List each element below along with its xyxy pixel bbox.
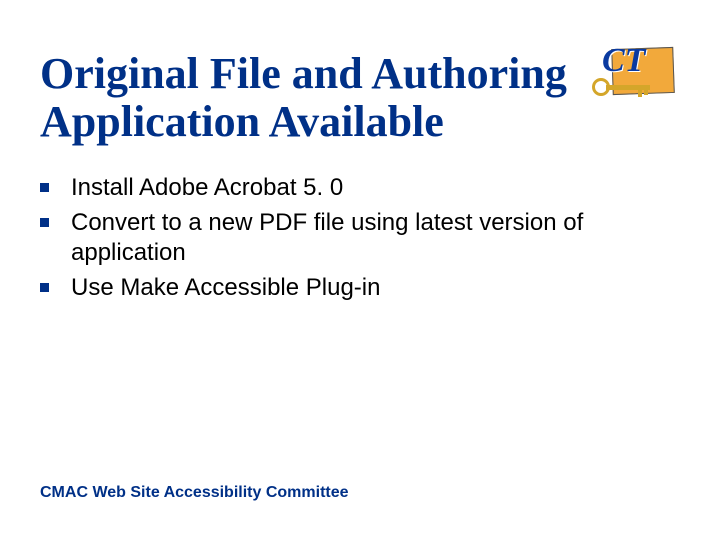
bullet-text: Install Adobe Acrobat 5. 0 bbox=[71, 173, 680, 204]
bullet-text: Convert to a new PDF file using latest v… bbox=[71, 208, 680, 269]
slide: CT Original File and Authoring Applicati… bbox=[0, 0, 720, 540]
list-item: Use Make Accessible Plug-in bbox=[40, 273, 680, 304]
bullet-icon bbox=[40, 283, 49, 292]
key-icon bbox=[592, 78, 656, 96]
bullet-icon bbox=[40, 183, 49, 192]
list-item: Convert to a new PDF file using latest v… bbox=[40, 208, 680, 269]
ct-logo: CT bbox=[596, 42, 674, 104]
list-item: Install Adobe Acrobat 5. 0 bbox=[40, 173, 680, 204]
footer-text: CMAC Web Site Accessibility Committee bbox=[40, 484, 349, 502]
slide-title: Original File and Authoring Application … bbox=[40, 50, 580, 145]
bullet-list: Install Adobe Acrobat 5. 0 Convert to a … bbox=[40, 173, 680, 304]
logo-text: CT bbox=[602, 42, 645, 80]
bullet-text: Use Make Accessible Plug-in bbox=[71, 273, 680, 304]
bullet-icon bbox=[40, 218, 49, 227]
